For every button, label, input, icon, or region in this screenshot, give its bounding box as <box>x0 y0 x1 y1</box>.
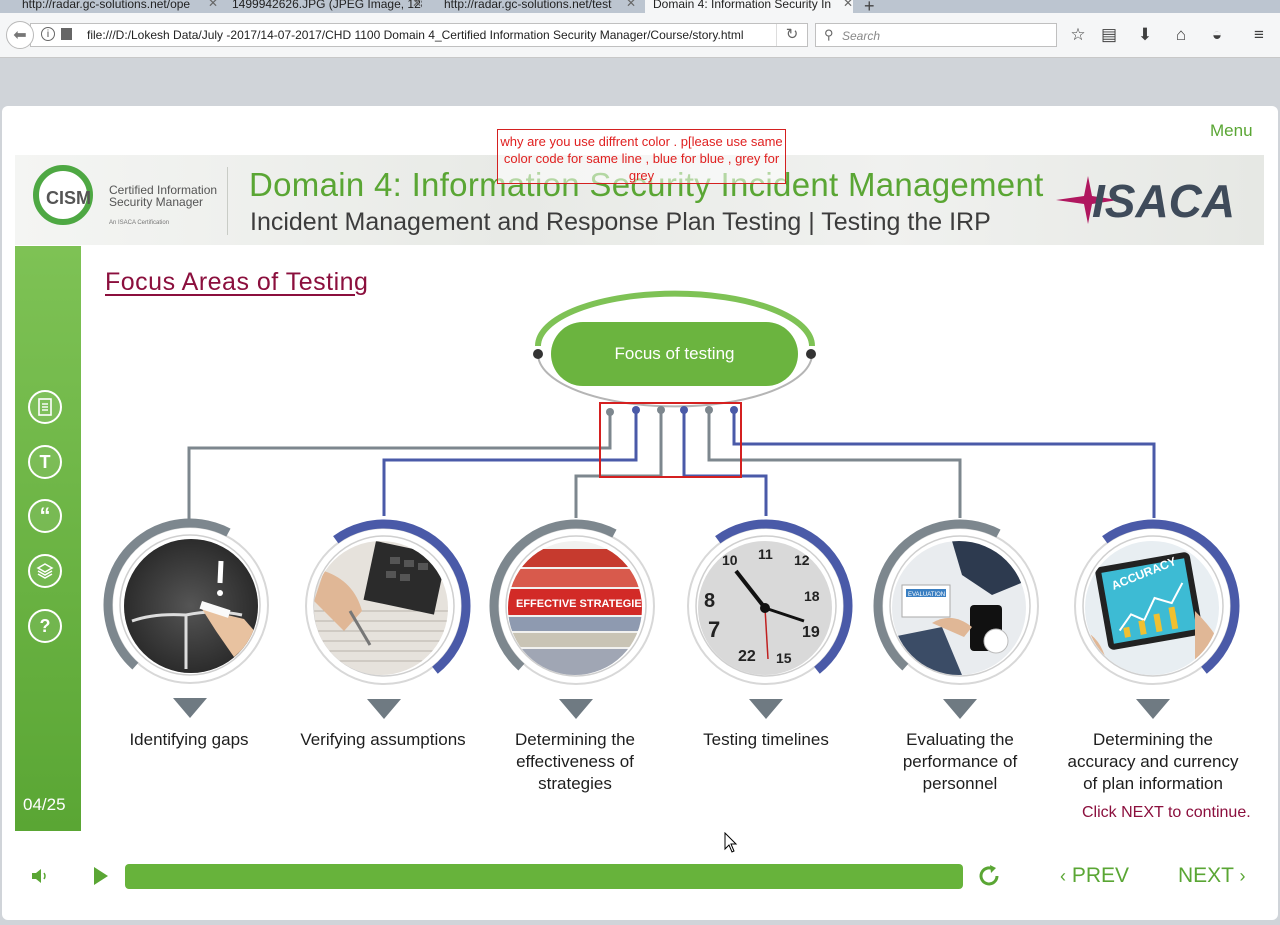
banner-divider <box>227 167 228 235</box>
tab-label: http://radar.gc-solutions.net/ope <box>22 0 191 11</box>
click-next-prompt: Click NEXT to continue. <box>1082 804 1251 821</box>
isaca-logo: ISACA <box>1056 175 1234 227</box>
bookmark-star-icon[interactable]: ☆ <box>1068 25 1088 45</box>
browser-tab-active[interactable]: Domain 4: Information Security In ✕ <box>645 0 853 13</box>
back-arrow-icon: ⬅ <box>13 27 27 44</box>
menu-link[interactable]: Menu <box>1210 121 1253 141</box>
clock-photo: 10 11 12 87 18 19 22 15 <box>698 541 832 675</box>
svg-text:19: 19 <box>802 624 820 641</box>
help-icon[interactable]: ? <box>28 609 62 643</box>
svg-text:10: 10 <box>722 552 738 568</box>
cism-logo-tagline: An ISACA Certification <box>109 220 170 226</box>
calculator-photo <box>314 541 448 675</box>
pocket-icon[interactable]: ◒ <box>1207 25 1227 45</box>
slide-counter: 04/25 <box>23 795 66 814</box>
search-placeholder: Search <box>842 29 881 43</box>
cism-logo-subtitle: Certified Information Security Manager <box>109 184 217 208</box>
tab-label: http://radar.gc-solutions.net/test <box>444 0 612 11</box>
tab-label: Domain 4: Information Security In <box>653 0 832 11</box>
mouse-cursor-icon <box>724 832 738 853</box>
play-icon[interactable] <box>94 867 108 885</box>
notes-icon[interactable] <box>28 390 62 424</box>
browser-tab[interactable]: 1499942626.JPG (JPEG Image, 128 ✕ <box>232 0 422 13</box>
close-tab-icon[interactable]: ✕ <box>412 0 422 9</box>
browser-tab[interactable]: http://radar.gc-solutions.net/ope ✕ <box>22 0 218 13</box>
close-tab-icon[interactable]: ✕ <box>626 0 636 9</box>
browser-nav-bar: i file:///D:/Lokesh Data/July -2017/14-0… <box>0 13 1280 58</box>
download-icon[interactable]: ⬇ <box>1135 25 1155 45</box>
close-tab-icon[interactable]: ✕ <box>843 0 853 9</box>
reload-icon[interactable]: ↻ <box>776 24 807 46</box>
next-label: NEXT <box>1178 864 1234 887</box>
info-icon[interactable]: i <box>41 27 55 41</box>
url-text[interactable]: file:///D:/Lokesh Data/July -2017/14-07-… <box>87 28 744 42</box>
slide-heading: Focus Areas of Testing <box>105 268 369 296</box>
browser-tab[interactable]: http://radar.gc-solutions.net/test ✕ <box>444 0 636 13</box>
back-button[interactable]: ⬅ <box>6 21 34 49</box>
meeting-photo: EVALUATION <box>892 541 1026 675</box>
review-comment-box: why are you use diffrent color . p[lease… <box>497 129 786 184</box>
reading-list-icon[interactable]: ▤ <box>1099 25 1119 45</box>
cism-logo-line2: Security Manager <box>109 195 204 209</box>
focus-item-label: Evaluating the performance of personnel <box>902 730 1018 793</box>
url-bar[interactable]: i file:///D:/Lokesh Data/July -2017/14-0… <box>30 23 808 47</box>
page-icon <box>61 28 72 40</box>
topic-subtitle: Incident Management and Response Plan Te… <box>250 208 991 236</box>
isaca-logo-text: ISACA <box>1092 175 1234 227</box>
svg-text:22: 22 <box>738 648 756 665</box>
svg-text:15: 15 <box>776 650 792 666</box>
volume-icon[interactable] <box>30 866 50 892</box>
playback-progress-bar[interactable] <box>125 864 963 889</box>
chevron-left-icon: ‹ <box>1060 866 1066 886</box>
next-button[interactable]: NEXT › <box>1178 864 1245 888</box>
binder-label: EFFECTIVE STRATEGIES <box>516 598 642 610</box>
course-sidebar <box>15 246 81 831</box>
tab-label: 1499942626.JPG (JPEG Image, 128 <box>232 0 422 11</box>
hamburger-menu-icon[interactable]: ≡ <box>1249 25 1269 45</box>
svg-text:7: 7 <box>708 617 720 642</box>
svg-text:18: 18 <box>804 588 820 604</box>
cism-logo: CISM <box>46 188 91 208</box>
tablet-photo: ACCURACY <box>1085 541 1219 675</box>
browser-tab-bar: http://radar.gc-solutions.net/ope ✕ 1499… <box>0 0 1280 13</box>
prev-button[interactable]: ‹ PREV <box>1060 864 1129 888</box>
binders-photo: EFFECTIVE STRATEGIES <box>508 541 642 675</box>
prev-label: PREV <box>1071 864 1130 887</box>
replay-icon[interactable] <box>975 862 1003 897</box>
close-tab-icon[interactable]: ✕ <box>208 0 218 9</box>
playback-progress-fill <box>125 864 963 889</box>
focus-item-label: Verifying assumptions <box>300 730 466 749</box>
home-icon[interactable]: ⌂ <box>1171 25 1191 45</box>
focus-item-label: Testing timelines <box>703 730 829 749</box>
search-input[interactable]: ⚲ Search <box>815 23 1057 47</box>
svg-text:8: 8 <box>704 590 715 612</box>
focus-item-label: Determining the accuracy and currency of… <box>1067 730 1239 793</box>
focus-item-label: Identifying gaps <box>129 730 249 749</box>
svg-text:11: 11 <box>758 546 773 562</box>
chalkboard-photo <box>124 539 258 673</box>
quote-icon[interactable]: “ <box>28 499 62 533</box>
transcript-icon[interactable]: T <box>28 445 62 479</box>
focus-center-node: Focus of testing <box>551 322 798 386</box>
new-tab-icon[interactable]: + <box>864 0 875 13</box>
meeting-chart-label: EVALUATION <box>908 592 945 598</box>
focus-item-label: Determining the effectiveness of strateg… <box>514 730 635 793</box>
resources-icon[interactable] <box>28 554 62 588</box>
search-icon: ⚲ <box>824 27 834 42</box>
chevron-right-icon: › <box>1239 866 1246 886</box>
